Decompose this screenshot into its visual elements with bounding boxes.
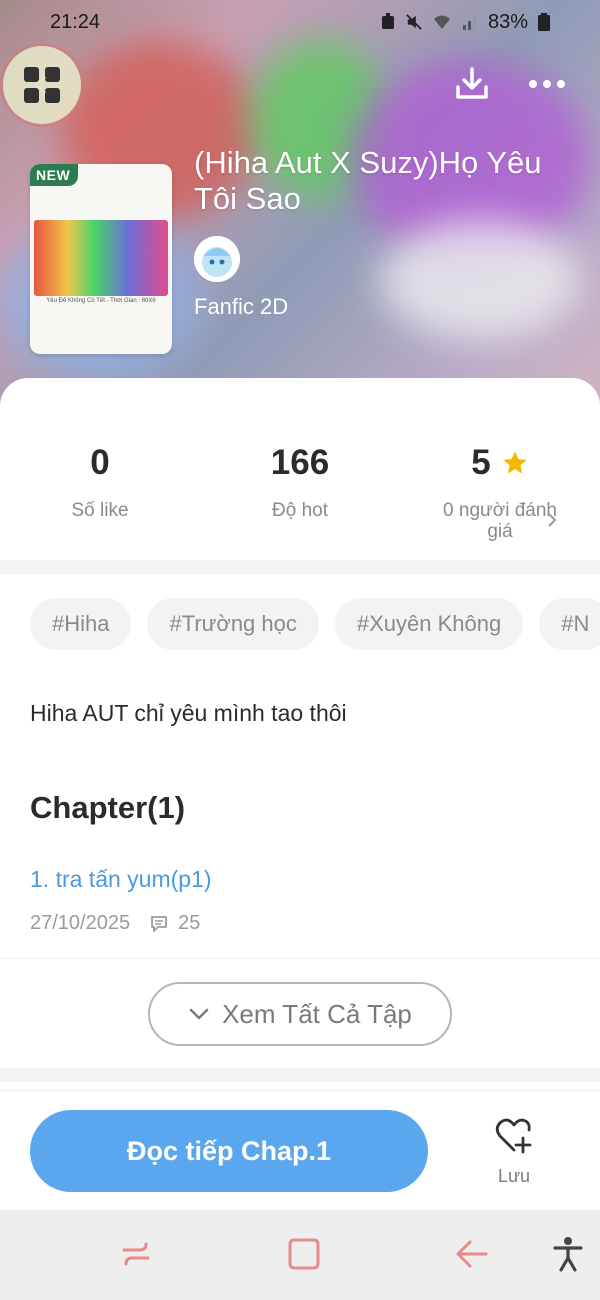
- back-icon: [456, 1240, 488, 1268]
- chapter-meta: 27/10/2025 25: [30, 912, 200, 935]
- more-options-button[interactable]: [525, 62, 569, 106]
- cover-caption: Yêu Đế Không Có Tết - Thời Gian : 60X6: [46, 298, 156, 304]
- recents-button[interactable]: [114, 1232, 158, 1276]
- chapter-comment-count: 25: [178, 912, 201, 934]
- stats-row: 0 Số like 166 Độ hot 5 0 người đánh giá: [0, 440, 600, 550]
- see-all-chapters-button[interactable]: Xem Tất Cả Tập: [148, 982, 452, 1046]
- chevron-right-icon[interactable]: [544, 510, 560, 530]
- chapter-link[interactable]: 1. tra tấn yum(p1): [30, 866, 212, 893]
- book-cover[interactable]: Yêu Đế Không Có Tết - Thời Gian : 60X6: [30, 164, 172, 354]
- stat-likes: 0 Số like: [0, 440, 200, 521]
- heart-plus-icon[interactable]: [494, 1116, 534, 1156]
- stat-rating-value: 5: [471, 443, 491, 482]
- save-label: Lưu: [497, 1166, 531, 1186]
- stat-hot-label: Độ hot: [272, 500, 328, 521]
- stat-rating-value-row: 5: [400, 440, 600, 486]
- story-title: (Hiha Aut X Suzy)Họ Yêu Tôi Sao: [194, 145, 542, 216]
- status-bar: 21:24 83%: [0, 0, 600, 44]
- see-all-label: Xem Tất Cả Tập: [222, 998, 412, 1029]
- accessibility-icon: [553, 1237, 583, 1272]
- comment-icon: [151, 915, 168, 932]
- tag-chip[interactable]: #Xuyên Không: [334, 598, 524, 650]
- download-button[interactable]: [450, 62, 494, 106]
- grid-menu-button[interactable]: [3, 46, 81, 124]
- more-icon: [529, 80, 565, 88]
- new-badge: NEW: [30, 164, 79, 186]
- home-button[interactable]: [282, 1232, 326, 1276]
- mute-icon: [406, 14, 422, 30]
- section-divider: [0, 1068, 600, 1082]
- stat-likes-value: 0: [90, 443, 110, 482]
- tag-chip[interactable]: #N: [539, 598, 600, 650]
- chapter-heading: Chapter(1): [30, 790, 186, 825]
- stat-rating[interactable]: 5 0 người đánh giá: [400, 440, 600, 542]
- author-avatar[interactable]: [194, 236, 240, 282]
- cover-artwork: [34, 220, 168, 296]
- tag-chip[interactable]: #Hiha: [30, 598, 132, 650]
- stat-hot: 166 Độ hot: [200, 440, 400, 521]
- wifi-icon: [433, 15, 450, 29]
- alarm-icon: [381, 13, 394, 29]
- section-divider: [0, 560, 600, 574]
- status-time: 21:24: [50, 10, 101, 33]
- hero-banner: 21:24 83% Yêu Đế Không Có Tết - Thời Gia…: [0, 0, 600, 420]
- battery-icon: [538, 13, 550, 31]
- genre-label[interactable]: Fanfic 2D: [194, 294, 288, 320]
- chevron-down-icon: [189, 1008, 209, 1020]
- download-icon: [456, 67, 488, 99]
- star-icon: [503, 451, 527, 474]
- home-icon: [288, 1238, 320, 1270]
- continue-reading-button[interactable]: Đọc tiếp Chap.1: [30, 1110, 428, 1192]
- accessibility-button[interactable]: [546, 1232, 590, 1276]
- tag-list: #Hiha #Trường học #Xuyên Không #N: [30, 598, 600, 650]
- chapter-date: 27/10/2025: [30, 912, 131, 934]
- stat-hot-value: 166: [270, 443, 330, 482]
- status-icons: 83%: [380, 11, 550, 34]
- tag-chip[interactable]: #Trường học: [147, 598, 319, 650]
- grid-menu-icon: [24, 67, 60, 103]
- stat-likes-label: Số like: [71, 500, 129, 521]
- avatar-image: [194, 236, 240, 282]
- hero-bg-blob: [380, 220, 580, 340]
- recents-icon: [122, 1242, 150, 1266]
- divider-line: [0, 958, 600, 959]
- signal-icon: [462, 16, 476, 30]
- back-button[interactable]: [450, 1232, 494, 1276]
- battery-percent: 83%: [487, 10, 528, 33]
- story-description: Hiha AUT chỉ yêu mình tao thôi: [30, 700, 347, 726]
